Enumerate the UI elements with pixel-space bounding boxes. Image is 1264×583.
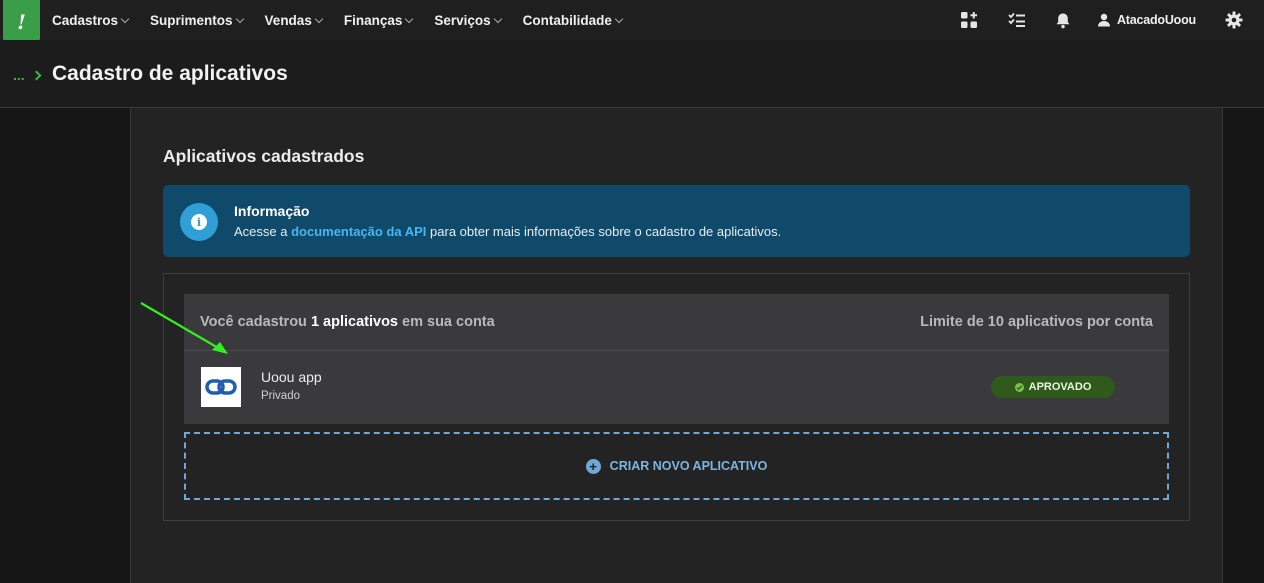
- bell-icon[interactable]: [1053, 10, 1073, 30]
- chevron-down-icon: [120, 14, 130, 23]
- app-logo[interactable]: !: [3, 0, 40, 43]
- apps-container: Você cadastrou 1 aplicativos em sua cont…: [163, 273, 1190, 521]
- apps-grid-icon[interactable]: [959, 10, 979, 30]
- info-text-after: para obter mais informações sobre o cada…: [426, 224, 782, 239]
- link-icon: [201, 367, 241, 407]
- info-text: Acesse a documentação da API para obter …: [234, 224, 781, 239]
- app-name: Uoou app: [261, 369, 322, 385]
- page-header: ... Cadastro de aplicativos: [0, 40, 1264, 108]
- apps-count-suffix: em sua conta: [398, 314, 495, 330]
- section-title: Aplicativos cadastrados: [163, 146, 365, 166]
- chevron-down-icon: [235, 14, 244, 23]
- menu-suprimentos[interactable]: Suprimentos: [150, 12, 244, 28]
- breadcrumb-ellipsis: ...: [13, 67, 25, 83]
- menu-label: Serviços: [434, 12, 491, 28]
- info-text-before: Acesse a: [234, 224, 292, 239]
- chevron-down-icon: [493, 14, 502, 23]
- info-alert: i Informação Acesse a documentação da AP…: [163, 185, 1190, 257]
- api-docs-link[interactable]: documentação da API: [291, 224, 426, 239]
- apps-list-header: Você cadastrou 1 aplicativos em sua cont…: [184, 294, 1169, 351]
- chevron-down-icon: [405, 14, 414, 23]
- user-name: AtacadoUoou: [1116, 13, 1196, 27]
- apps-count: Você cadastrou 1 aplicativos em sua cont…: [200, 314, 495, 330]
- menu-servicos[interactable]: Serviços: [434, 12, 502, 28]
- gear-icon[interactable]: [1224, 10, 1244, 30]
- menu-label: Cadastros: [52, 12, 119, 28]
- logo-glyph: !: [17, 9, 26, 34]
- chevron-down-icon: [614, 14, 624, 23]
- info-title: Informação: [234, 203, 310, 219]
- menu-label: Finanças: [343, 12, 403, 28]
- menu-label: Suprimentos: [150, 12, 233, 28]
- check-circle-icon: [1014, 382, 1024, 392]
- checklist-icon[interactable]: [1007, 10, 1027, 30]
- list-item[interactable]: Uoou app Privado APROVADO: [184, 351, 1169, 423]
- annotation-arrow-icon: [140, 302, 228, 354]
- top-navbar: ! Cadastros Suprimentos Vendas Finanças …: [0, 0, 1264, 43]
- menu-contabilidade[interactable]: Contabilidade: [522, 12, 624, 28]
- app-visibility: Privado: [261, 390, 300, 402]
- apps-limit: Limite de 10 aplicativos por conta: [920, 314, 1153, 330]
- create-app-label: CRIAR NOVO APLICATIVO: [609, 459, 768, 473]
- create-app-button[interactable]: + CRIAR NOVO APLICATIVO: [184, 432, 1169, 500]
- main-menu: Cadastros Suprimentos Vendas Finanças Se…: [52, 0, 644, 40]
- info-icon: i: [180, 203, 218, 241]
- breadcrumb[interactable]: ...: [13, 67, 42, 83]
- chevron-right-icon: [31, 70, 42, 80]
- menu-vendas[interactable]: Vendas: [264, 12, 324, 28]
- menu-cadastros[interactable]: Cadastros: [52, 12, 130, 28]
- menu-label: Contabilidade: [522, 12, 612, 28]
- status-badge: APROVADO: [991, 376, 1115, 398]
- chevron-down-icon: [314, 14, 324, 23]
- menu-label: Vendas: [264, 12, 312, 28]
- user-menu[interactable]: AtacadoUoou: [1097, 13, 1196, 27]
- plus-circle-icon: +: [585, 458, 601, 474]
- page-title: Cadastro de aplicativos: [52, 62, 288, 85]
- apps-count-value: 1 aplicativos: [310, 314, 398, 330]
- navbar-actions: AtacadoUoou: [959, 0, 1264, 40]
- status-label: APROVADO: [1028, 381, 1092, 393]
- main-panel: Aplicativos cadastrados i Informação Ace…: [130, 108, 1223, 583]
- user-icon: [1097, 13, 1110, 27]
- apps-list: Você cadastrou 1 aplicativos em sua cont…: [184, 294, 1169, 424]
- menu-financas[interactable]: Finanças: [343, 12, 414, 28]
